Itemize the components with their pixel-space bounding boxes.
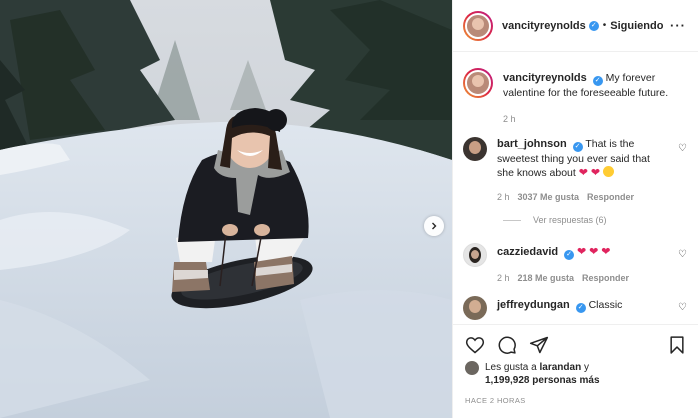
red-heart-emoji-icon: ❤	[576, 246, 587, 258]
snow-sled-image	[0, 0, 452, 418]
comment-username[interactable]: cazziedavid	[497, 246, 558, 258]
comment-likes[interactable]: 218 Me gusta	[518, 271, 575, 285]
action-bar: Les gusta a larandan y 1,199,928 persona…	[453, 324, 698, 418]
comment-time: 2 h	[497, 273, 510, 283]
comment-icon[interactable]	[497, 335, 517, 355]
likes-conjunction: y	[583, 362, 589, 373]
send-icon[interactable]	[529, 335, 549, 355]
replies-line	[503, 219, 521, 221]
reply-button[interactable]: Responder	[587, 190, 634, 204]
comment-like-heart-icon[interactable]: ♡	[678, 143, 687, 154]
comment-time: 2 h	[497, 192, 510, 202]
caption-body: vancityreynolds ✓ My forever valentine f…	[503, 71, 673, 126]
likes-text: Les gusta a larandan y 1,199,928 persona…	[485, 361, 600, 387]
comment-body: cazziedavid ✓ ❤ ❤ ❤ 2 h 218 Me gusta Res…	[497, 245, 657, 285]
comment-like-heart-icon[interactable]: ♡	[678, 302, 687, 313]
heart-icon[interactable]	[465, 335, 485, 355]
verified-badge-icon: ✓	[572, 142, 583, 152]
comment-username[interactable]: jeffreydungan	[497, 299, 570, 311]
comment-username[interactable]: bart_johnson	[497, 138, 567, 150]
caption-meta: 2 h	[503, 112, 673, 126]
comment-like-heart-icon[interactable]: ♡	[678, 249, 687, 260]
view-replies-button[interactable]: Ver respuestas (6)	[503, 215, 607, 225]
bookmark-icon[interactable]	[667, 335, 687, 355]
caption-time: 2 h	[503, 114, 516, 124]
comment-item: jeffreydungan ✓ Classic ♡	[463, 296, 689, 320]
comment-likes[interactable]: 3037 Me gusta	[518, 190, 580, 204]
likes-others[interactable]: personas más	[532, 375, 599, 386]
post-timestamp: HACE 2 HORAS	[465, 396, 526, 405]
caption-username[interactable]: vancityreynolds	[503, 72, 587, 84]
author-info: vancityreynolds ✓ • Siguiendo	[502, 20, 663, 32]
comment-meta: 2 h 3037 Me gusta Responder	[497, 190, 657, 204]
view-replies-label[interactable]: Ver respuestas (6)	[533, 215, 607, 225]
red-heart-emoji-icon: ❤	[601, 246, 611, 258]
chevron-right-icon	[432, 222, 437, 230]
separator-dot: •	[602, 20, 607, 31]
comment-body: jeffreydungan ✓ Classic	[497, 298, 657, 320]
comment-item: bart_johnson ✓ That is the sweetest thin…	[463, 137, 689, 204]
comment-text: Classic	[588, 299, 623, 311]
liker-username[interactable]: larandan	[540, 362, 582, 373]
caption-item: vancityreynolds ✓ My forever valentine f…	[463, 68, 689, 126]
following-button[interactable]: Siguiendo	[610, 20, 663, 32]
likes-count[interactable]: 1,199,928	[485, 375, 530, 386]
commenter-avatar[interactable]	[463, 296, 487, 320]
comment-body: bart_johnson ✓ That is the sweetest thin…	[497, 137, 657, 204]
post-header: vancityreynolds ✓ • Siguiendo ···	[453, 0, 698, 52]
post-photo	[0, 0, 452, 418]
caption-avatar[interactable]	[463, 68, 493, 98]
reply-button[interactable]: Responder	[582, 271, 629, 285]
liker-avatar[interactable]	[465, 361, 479, 375]
verified-badge-icon: ✓	[564, 250, 575, 260]
laughing-emoji-icon	[603, 166, 615, 177]
likes-prefix: Les gusta a	[485, 362, 537, 373]
likes-summary: Les gusta a larandan y 1,199,928 persona…	[453, 355, 698, 387]
red-heart-emoji-icon: ❤	[590, 167, 601, 179]
red-heart-emoji-icon: ❤	[589, 246, 599, 258]
verified-badge-icon: ✓	[588, 20, 599, 31]
verified-badge-icon: ✓	[575, 303, 586, 313]
verified-badge-icon: ✓	[592, 76, 603, 86]
author-username[interactable]: vancityreynolds	[502, 20, 586, 32]
post-sidebar: vancityreynolds ✓ • Siguiendo ··· vancit…	[452, 0, 698, 418]
author-avatar[interactable]	[463, 10, 493, 41]
comment-item: cazziedavid ✓ ❤ ❤ ❤ 2 h 218 Me gusta Res…	[463, 243, 689, 285]
comment-meta: 2 h 218 Me gusta Responder	[497, 271, 657, 285]
next-image-button[interactable]	[424, 216, 444, 236]
red-heart-emoji-icon: ❤	[578, 167, 588, 179]
more-options-icon[interactable]: ···	[670, 18, 686, 33]
comments-list: vancityreynolds ✓ My forever valentine f…	[453, 53, 698, 323]
commenter-avatar[interactable]	[463, 137, 487, 161]
commenter-avatar[interactable]	[463, 243, 487, 267]
action-icons	[453, 325, 698, 355]
